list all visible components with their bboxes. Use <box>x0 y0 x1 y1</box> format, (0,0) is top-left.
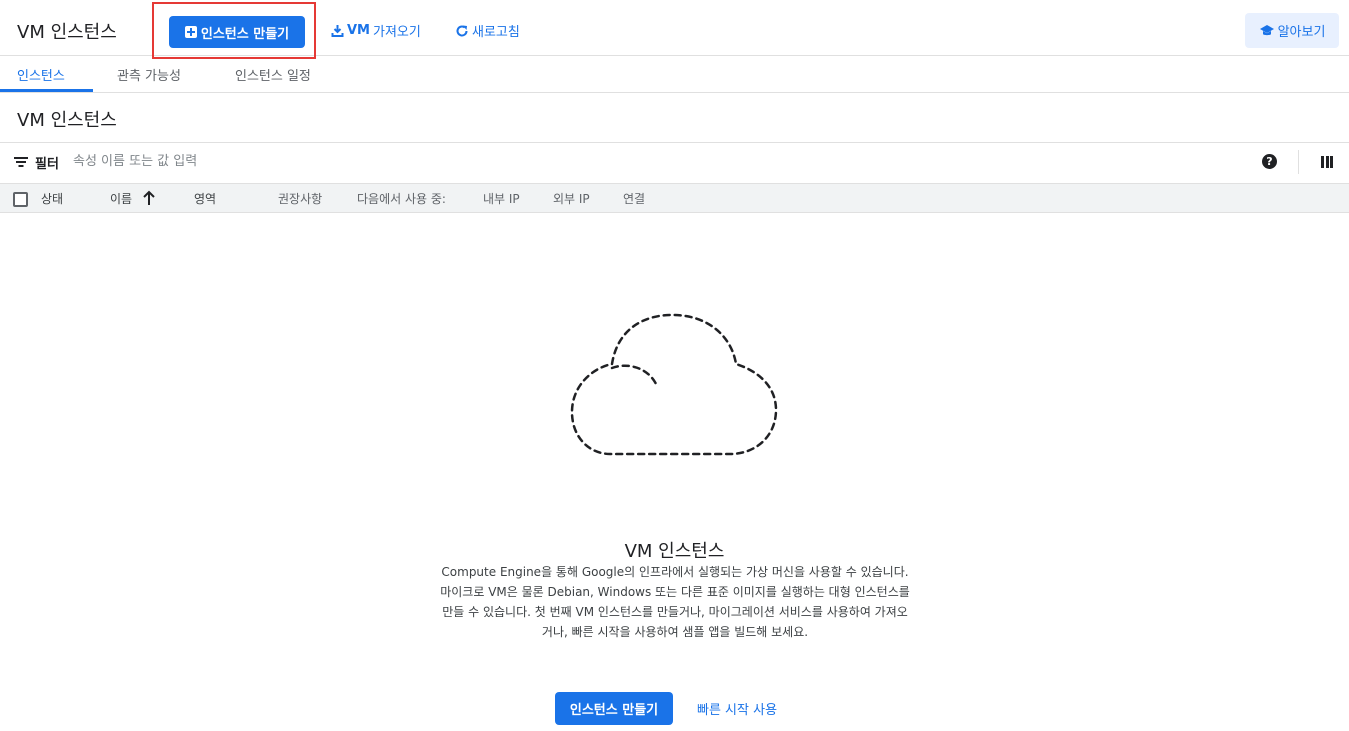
column-header-connect: 연결 <box>623 192 646 206</box>
arrow-up-icon[interactable] <box>142 190 156 206</box>
active-tab-indicator <box>0 89 93 92</box>
refresh-label: 새로고침 <box>472 25 520 40</box>
learn-button[interactable]: 알아보기 <box>1245 13 1339 48</box>
column-header-internal-ip: 내부 IP <box>483 192 520 206</box>
page-header: VM 인스턴스 인스턴스 만들기 VM 가져오기 새로고침 알아보기 <box>0 0 1349 59</box>
create-instance-button[interactable]: 인스턴스 만들기 <box>169 16 305 48</box>
cloud-icon <box>570 313 778 456</box>
create-instance-label: 인스턴스 만들기 <box>200 26 290 42</box>
quickstart-link[interactable]: 빠른 시작 사용 <box>697 699 777 718</box>
create-instance-label-secondary: 인스턴스 만들기 <box>569 703 659 718</box>
learn-label: 알아보기 <box>1277 25 1326 40</box>
create-instance-button-secondary[interactable]: 인스턴스 만들기 <box>555 692 673 725</box>
divider <box>0 142 1349 143</box>
tab-bar: 인스턴스 관측 가능성 인스턴스 일정 <box>0 56 1349 93</box>
column-header-zone[interactable]: 영역 <box>194 190 216 207</box>
help-icon[interactable]: ? <box>1262 154 1277 169</box>
school-icon <box>1259 25 1274 36</box>
refresh-icon <box>456 25 468 37</box>
table-header: 상태 이름 영역 권장사항 다음에서 사용 중: 내부 IP 외부 IP 연결 <box>0 183 1349 213</box>
columns-icon[interactable] <box>1321 156 1333 168</box>
toolbar-divider <box>1298 150 1299 174</box>
refresh-button[interactable]: 새로고침 <box>455 21 520 40</box>
page-title: VM 인스턴스 <box>17 22 117 43</box>
tab-observability[interactable]: 관측 가능성 <box>117 65 181 84</box>
filter-input[interactable] <box>73 151 473 171</box>
select-all-checkbox[interactable] <box>13 192 28 207</box>
column-header-name[interactable]: 이름 <box>110 190 132 207</box>
import-vm-label: 가져오기 <box>373 25 421 40</box>
section-title: VM 인스턴스 <box>17 110 117 131</box>
column-header-recommendations: 권장사항 <box>278 192 323 206</box>
tab-instance-schedule[interactable]: 인스턴스 일정 <box>235 65 311 84</box>
column-header-external-ip: 외부 IP <box>553 192 590 206</box>
plus-box-icon <box>184 26 197 38</box>
import-vm-label-bold: VM <box>347 23 370 38</box>
column-header-status[interactable]: 상태 <box>41 190 63 207</box>
filter-label: 필터 <box>35 157 59 172</box>
empty-state-description: Compute Engine을 통해 Google의 인프라에서 실행되는 가상… <box>440 565 910 639</box>
download-icon <box>331 25 344 37</box>
column-header-in-use-by: 다음에서 사용 중: <box>357 192 446 206</box>
tab-instances[interactable]: 인스턴스 <box>17 65 65 84</box>
import-vm-button[interactable]: VM 가져오기 <box>331 21 421 40</box>
filter-icon[interactable] <box>14 157 28 168</box>
empty-state-title: VM 인스턴스 <box>624 541 725 562</box>
